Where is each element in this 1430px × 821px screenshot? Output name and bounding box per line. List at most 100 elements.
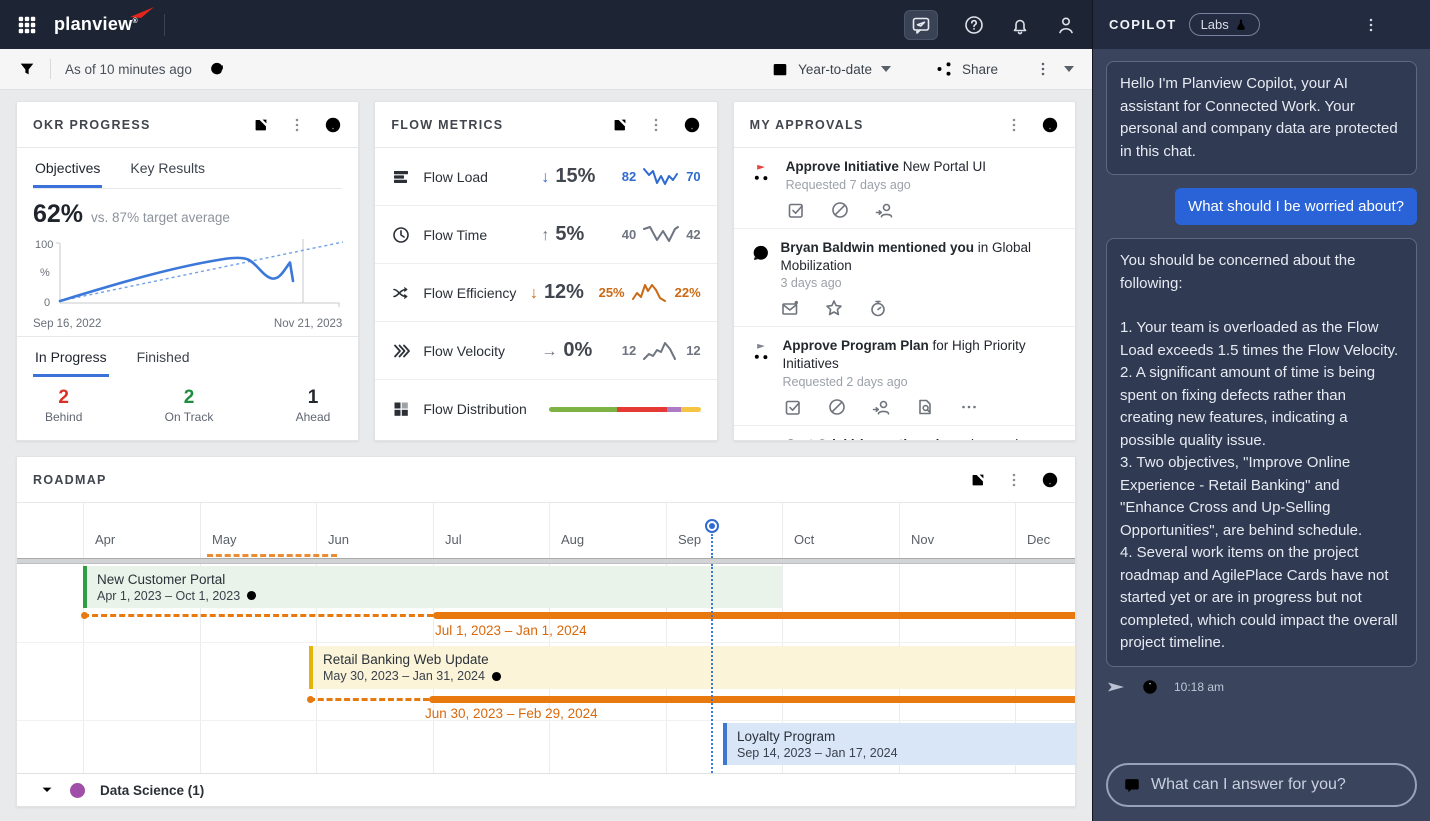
approval-item[interactable]: Cort Odekirk mentioned you in standup Re… <box>734 426 1075 441</box>
kebab-icon[interactable] <box>1005 471 1023 489</box>
refresh-icon[interactable] <box>208 60 226 78</box>
chevron-down-icon[interactable] <box>39 782 55 798</box>
copilot-chat-icon <box>911 15 931 35</box>
okr-x-end: Nov 21, 2023 <box>273 318 343 330</box>
planview-swoosh-icon <box>129 7 154 18</box>
horizontal-scrollbar[interactable] <box>17 558 1075 564</box>
today-marker-icon[interactable] <box>705 519 719 533</box>
help-icon[interactable] <box>324 116 342 134</box>
kebab-icon[interactable] <box>1362 16 1380 34</box>
okr-progress-card: OKR PROGRESS Objectives Key Results 62% <box>16 101 360 441</box>
reject-icon[interactable] <box>830 200 850 220</box>
date-range-selector[interactable]: Year-to-date <box>771 60 891 78</box>
month-label: Apr <box>95 532 116 547</box>
actual-bar[interactable] <box>433 612 1075 619</box>
bell-icon[interactable] <box>1010 15 1030 35</box>
flow-distribution-icon <box>391 399 411 419</box>
kebab-icon[interactable] <box>288 116 306 134</box>
reject-icon[interactable] <box>827 397 847 417</box>
okr-stat-behind: 2 Behind <box>45 387 83 424</box>
initiative-flag-icon <box>750 340 772 362</box>
tab-objectives[interactable]: Objectives <box>33 148 103 188</box>
apps-grid-icon[interactable] <box>16 14 38 36</box>
roadmap-months-header: Apr May Jun Jul Aug Sep Oct Nov Dec <box>17 503 1075 558</box>
copilot-input[interactable]: What can I answer for you? <box>1106 763 1417 807</box>
approval-item[interactable]: Bryan Baldwin mentioned you in Global Mo… <box>733 229 1075 328</box>
user-message: What should I be worried about? <box>1175 188 1417 225</box>
kebab-icon[interactable] <box>647 116 665 134</box>
dashboard-content: OKR PROGRESS Objectives Key Results 62% <box>0 90 1092 821</box>
flow-distribution-row[interactable]: Flow Distribution <box>375 380 716 438</box>
star-icon[interactable] <box>824 298 844 318</box>
snooze-icon[interactable] <box>868 298 888 318</box>
dashboard-toolbar: As of 10 minutes ago Year-to-date Share <box>0 49 1092 90</box>
filter-icon[interactable] <box>18 60 36 78</box>
open-in-new-icon[interactable] <box>969 471 987 489</box>
flow-time-row[interactable]: Flow Time ↑ 5% 40 42 <box>375 206 717 264</box>
approval-item[interactable]: Approve Initiative New Portal UI Request… <box>733 148 1075 229</box>
month-label: May <box>212 532 237 547</box>
approval-item[interactable]: Approve Program Plan for High Priority I… <box>733 327 1075 427</box>
flow-load-row[interactable]: Flow Load ↓ 15% 82 70 <box>375 148 717 206</box>
planview-logo-text: planview <box>54 14 133 34</box>
send-plane-icon[interactable] <box>1106 677 1126 697</box>
info-icon[interactable] <box>1141 678 1159 696</box>
month-label: Jun <box>328 532 349 547</box>
help-icon[interactable] <box>683 116 701 134</box>
roadmap-bar-new-customer-portal[interactable]: New Customer Portal Apr 1, 2023 – Oct 1,… <box>83 566 782 608</box>
close-icon[interactable] <box>1398 17 1414 33</box>
kebab-icon[interactable] <box>1005 116 1023 134</box>
open-in-new-icon[interactable] <box>252 116 270 134</box>
delegate-icon[interactable] <box>871 397 891 417</box>
clipped-bar-fragment <box>207 554 337 557</box>
roadmap-group-row[interactable]: Data Science (1) <box>17 773 1075 806</box>
copilot-toggle-button[interactable] <box>904 9 938 40</box>
tab-key-results[interactable]: Key Results <box>128 148 207 188</box>
approve-checkbox-icon[interactable] <box>786 200 806 220</box>
roadmap-bar-loyalty-program[interactable]: Loyalty Program Sep 14, 2023 – Jan 17, 2… <box>723 723 1075 765</box>
tab-finished[interactable]: Finished <box>135 337 192 377</box>
chevron-down-icon[interactable] <box>1064 66 1074 72</box>
flow-efficiency-row[interactable]: Flow Efficiency ↓ 12% 25% 22% <box>375 264 717 322</box>
planned-dashed-bar[interactable] <box>81 612 433 619</box>
distribution-segment <box>680 406 701 412</box>
labs-badge[interactable]: Labs <box>1188 13 1260 36</box>
more-icon[interactable] <box>959 397 979 417</box>
share-button[interactable]: Share <box>935 60 998 78</box>
mail-icon[interactable] <box>780 298 800 318</box>
initiative-flag-icon <box>750 439 772 441</box>
roadmap-bar-retail-banking[interactable]: Retail Banking Web Update May 30, 2023 –… <box>309 646 1075 689</box>
my-approvals-card: MY APPROVALS Approve Initiative New Port… <box>732 101 1076 441</box>
clock-icon <box>490 670 503 683</box>
copilot-input-placeholder: What can I answer for you? <box>1151 776 1346 793</box>
copilot-panel: COPILOT Labs Hello I'm Planview Copilot,… <box>1093 0 1430 821</box>
user-icon[interactable] <box>1056 15 1076 35</box>
actual-bar[interactable] <box>429 696 1075 703</box>
month-label: Sep <box>678 532 702 547</box>
tab-in-progress[interactable]: In Progress <box>33 337 109 377</box>
roadmap-card: ROADMAP Apr May Jun Jul Aug Sep Oct Nov … <box>16 456 1076 807</box>
help-icon[interactable] <box>964 15 984 35</box>
month-label: Nov <box>911 532 935 547</box>
open-in-new-icon[interactable] <box>611 116 629 134</box>
flask-icon <box>1234 18 1248 32</box>
message-meta-row: 10:18 am <box>1106 677 1417 697</box>
help-icon[interactable] <box>1041 471 1059 489</box>
flow-card-title: FLOW METRICS <box>391 117 504 132</box>
okr-progress-value: 62% <box>33 200 84 228</box>
flow-velocity-icon <box>391 341 411 361</box>
approve-checkbox-icon[interactable] <box>783 397 803 417</box>
trend-flat-icon: → <box>541 343 558 360</box>
planview-logo[interactable]: planview® <box>54 7 154 35</box>
help-icon[interactable] <box>1041 116 1059 134</box>
distribution-segment <box>667 406 681 412</box>
delegate-icon[interactable] <box>874 200 894 220</box>
copilot-header: COPILOT Labs <box>1093 0 1430 49</box>
planned-dashed-bar[interactable] <box>307 696 429 703</box>
flow-velocity-row[interactable]: Flow Velocity → 0% 12 12 <box>375 322 717 380</box>
okr-progress-chart: 100 % 0 <box>35 239 344 309</box>
kebab-icon[interactable] <box>1034 60 1052 78</box>
review-doc-icon[interactable] <box>915 397 935 417</box>
as-of-label: As of 10 minutes ago <box>65 61 192 77</box>
trend-down-icon: ↓ <box>529 285 538 302</box>
